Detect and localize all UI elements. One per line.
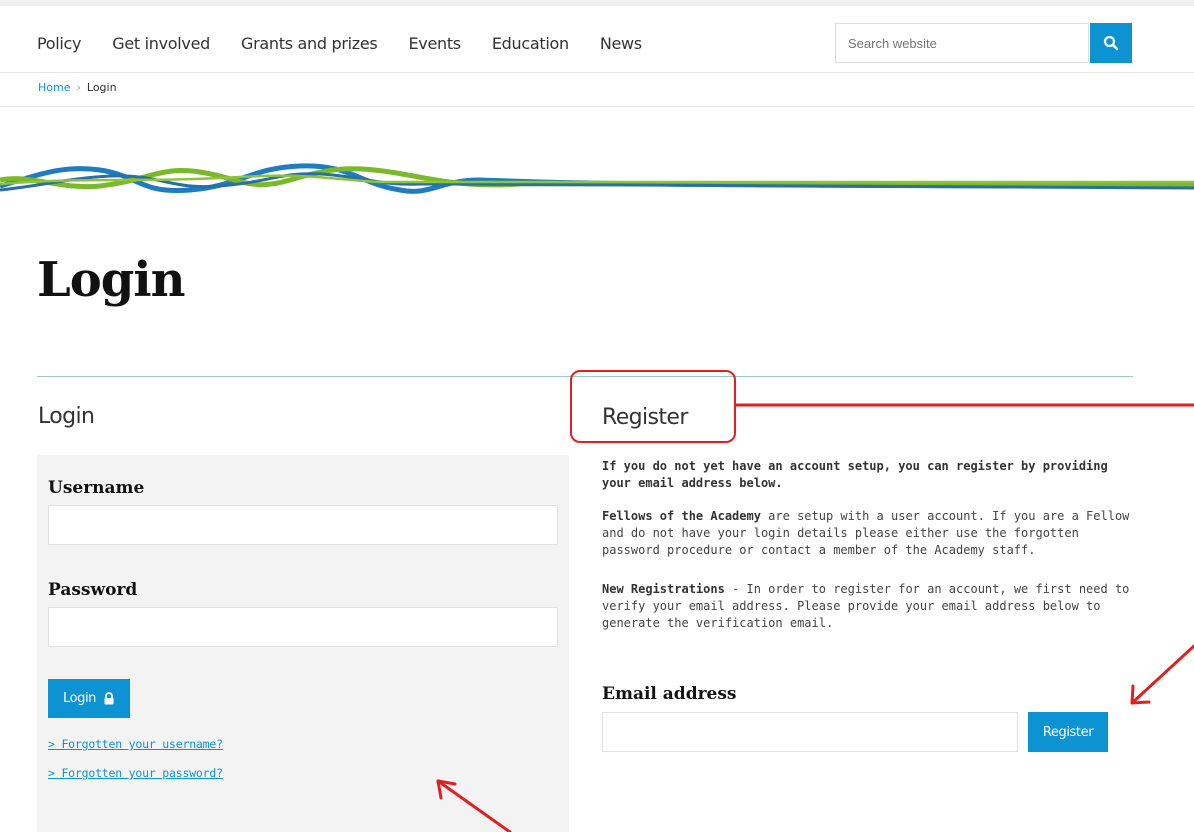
forgot-username-link[interactable]: > Forgotten your username? — [48, 737, 223, 751]
register-button[interactable]: Register — [1028, 712, 1108, 752]
search-icon — [1103, 35, 1119, 51]
nav-item-events[interactable]: Events — [408, 34, 461, 53]
nav-item-news[interactable]: News — [600, 34, 642, 53]
nav-item-education[interactable]: Education — [492, 34, 569, 53]
page-title: Login — [37, 252, 185, 308]
search-button[interactable] — [1090, 23, 1132, 63]
decorative-wave-banner — [0, 163, 1194, 194]
username-input[interactable] — [48, 505, 558, 545]
register-new-text: New Registrations - In order to register… — [602, 581, 1132, 632]
register-fellows-text: Fellows of the Academy are setup with a … — [602, 508, 1132, 559]
breadcrumb: Home › Login — [0, 72, 1194, 107]
nav-item-grants-and-prizes[interactable]: Grants and prizes — [241, 34, 378, 53]
breadcrumb-current: Login — [86, 81, 117, 94]
search-form — [835, 23, 1132, 63]
username-label: Username — [48, 478, 145, 498]
annotation-highlight-box — [570, 370, 736, 443]
email-label: Email address — [602, 684, 737, 704]
login-heading: Login — [38, 404, 95, 429]
email-input[interactable] — [602, 712, 1018, 752]
lock-icon — [104, 692, 114, 705]
nav-item-get-involved[interactable]: Get involved — [112, 34, 210, 53]
nav-item-policy[interactable]: Policy — [37, 34, 82, 53]
register-intro: If you do not yet have an account setup,… — [602, 459, 1108, 490]
password-label: Password — [48, 580, 138, 600]
fellows-bold: Fellows of the Academy — [602, 509, 761, 523]
top-navigation-bar: Policy Get involved Grants and prizes Ev… — [0, 0, 1194, 72]
breadcrumb-separator: › — [76, 81, 81, 94]
new-registrations-bold: New Registrations — [602, 582, 725, 596]
forgot-password-link[interactable]: > Forgotten your password? — [48, 766, 223, 780]
password-input[interactable] — [48, 607, 558, 647]
login-button[interactable]: Login — [48, 679, 130, 718]
annotation-arrow-register — [1130, 644, 1194, 705]
login-button-label: Login — [62, 691, 97, 706]
main-nav: Policy Get involved Grants and prizes Ev… — [37, 34, 673, 53]
search-input[interactable] — [835, 23, 1089, 63]
breadcrumb-home-link[interactable]: Home — [38, 81, 70, 94]
